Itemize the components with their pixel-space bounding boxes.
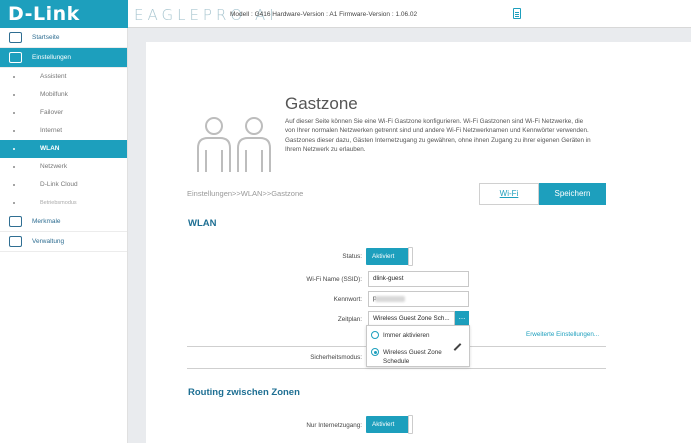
toggle-knob [408,247,413,266]
wifi-button[interactable]: Wi-Fi [479,183,539,205]
option-guest-schedule[interactable]: Wireless Guest Zone Schedule [383,348,447,366]
sidebar-item-label: Merkmale [32,218,61,225]
sidebar-subitem-failover[interactable]: Failover [0,104,127,122]
sidebar-subitem-wlan[interactable]: WLAN [0,140,127,158]
advanced-settings-link[interactable]: Erweiterte Einstellungen... [526,331,599,338]
option-always-on[interactable]: Immer aktivieren [383,332,430,339]
sidebar-subitem-betriebsmodus[interactable]: Betriebsmodus [0,194,127,212]
sidebar-item-startseite[interactable]: Startseite [0,28,127,48]
sidebar-subitem-dlink-cloud[interactable]: D-Link Cloud [0,176,127,194]
internet-only-label: Nur Internetzugang: [306,422,362,429]
dlink-logo[interactable]: D-Link [0,0,128,28]
guest-users-icon [197,117,271,172]
schedule-label: Zeitplan: [337,316,362,323]
schedule-dropdown: Immer aktivieren Wireless Guest Zone Sch… [366,325,470,367]
divider [187,368,606,369]
clipboard-icon[interactable] [513,8,521,19]
wlan-section-title: WLAN [188,218,217,229]
top-bar: D-Link EAGLEPRO AI Modell : G416 Hardwar… [0,0,691,28]
sidebar-item-merkmale[interactable]: Merkmale [0,212,127,232]
sidebar-item-label: Verwaltung [32,238,65,245]
internet-only-toggle[interactable]: Aktiviert [366,415,413,434]
status-toggle[interactable]: Aktiviert [366,247,413,266]
status-toggle-value: Aktiviert [372,253,395,260]
page-description: Auf dieser Seite können Sie eine Wi-Fi G… [285,118,591,154]
password-blur [375,296,405,302]
internet-only-toggle-value: Aktiviert [372,421,395,428]
toggle-knob [408,415,413,434]
home-network-icon [9,32,22,43]
settings-icon [9,52,22,63]
edit-pencil-icon[interactable] [453,343,462,351]
password-label: Kennwort: [333,296,362,303]
page-title: Gastzone [285,94,358,113]
sidebar-subitem-netzwerk[interactable]: Netzwerk [0,158,127,176]
main-panel: Gastzone Auf dieser Seite können Sie ein… [146,42,691,443]
sidebar-item-einstellungen[interactable]: Einstellungen [0,48,127,68]
security-mode-label: Sicherheitsmodus: [310,354,362,361]
routing-section-title: Routing zwischen Zonen [188,387,300,398]
save-button[interactable]: Speichern [539,183,606,205]
sidebar-item-label: Startseite [32,34,60,41]
radio-guest-schedule[interactable] [371,348,379,356]
management-icon [9,236,22,247]
sidebar-subitem-mobilfunk[interactable]: Mobilfunk [0,86,127,104]
sidebar-item-label: Einstellungen [32,54,72,61]
ssid-label: Wi-Fi Name (SSID): [306,276,362,283]
sidebar-subitem-internet[interactable]: Internet [0,122,127,140]
model-info: Modell : G416 Hardware-Version : A1 Firm… [230,11,418,18]
sidebar-item-verwaltung[interactable]: Verwaltung [0,232,127,252]
ssid-field[interactable]: dlink-guest [368,271,469,287]
features-icon [9,216,22,227]
sidebar: Startseite Einstellungen Assistent Mobil… [0,28,128,443]
sidebar-subitem-assistent[interactable]: Assistent [0,68,127,86]
status-label: Status: [342,253,362,260]
breadcrumb: Einstellungen>>WLAN>>Gastzone [187,189,304,198]
radio-always-on[interactable] [371,331,379,339]
